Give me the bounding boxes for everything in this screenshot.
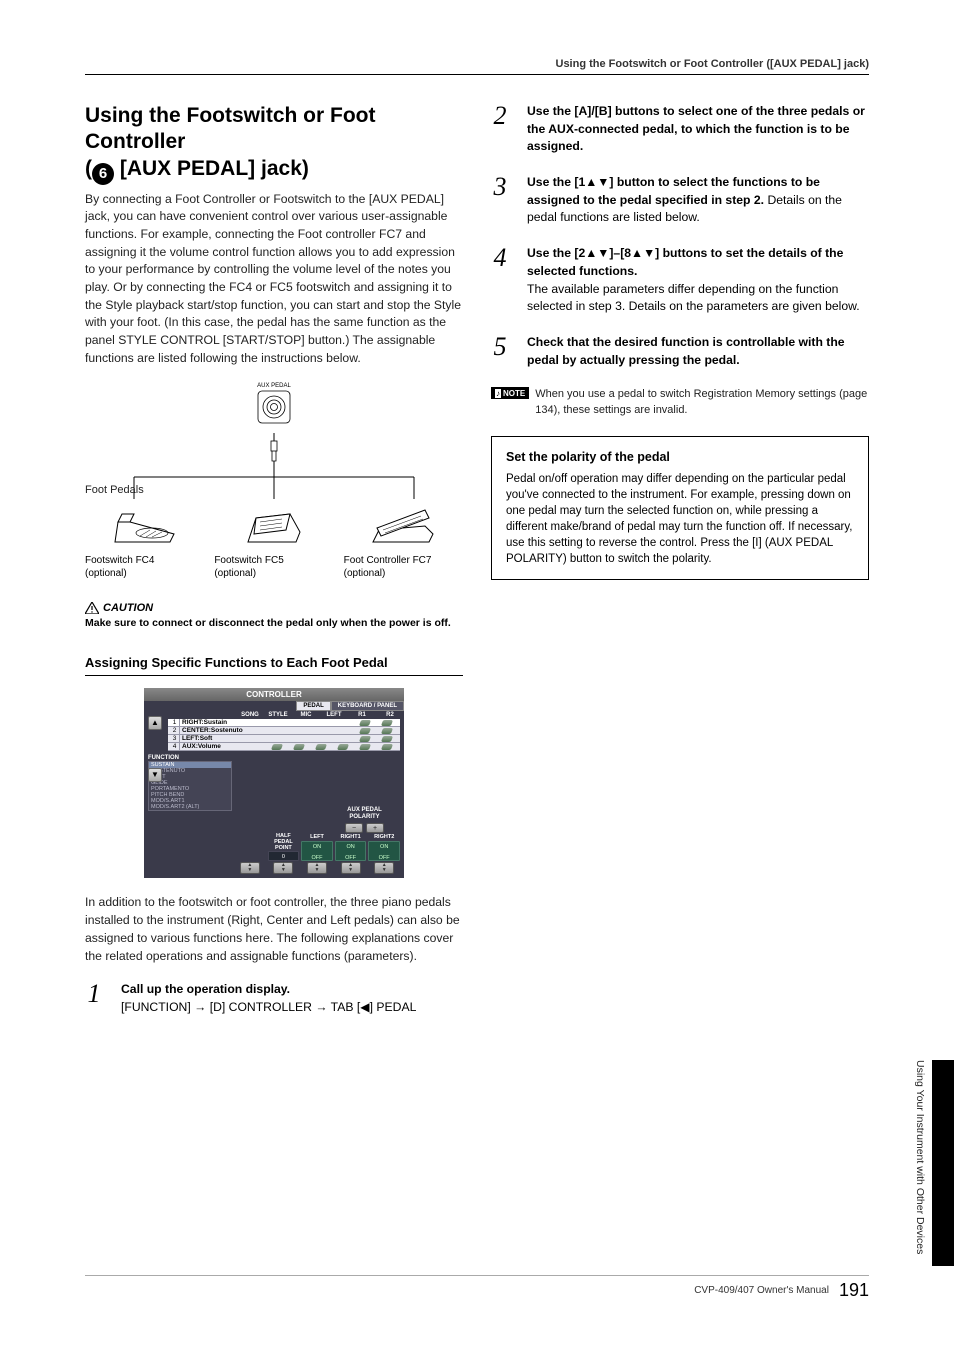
polarity-minus-icon: − (345, 823, 363, 833)
aux-jack-icon (257, 390, 291, 424)
pedal-name: Foot Controller FC7 (344, 554, 463, 567)
followup-paragraph: In addition to the footswitch or foot co… (85, 894, 463, 965)
step-2: 2 Use the [A]/[B] buttons to select one … (491, 103, 869, 156)
side-section-label: Using Your Instrument with Other Devices (914, 1060, 926, 1266)
polarity-heading: Set the polarity of the pedal (506, 449, 854, 467)
left-column: Using the Footswitch or Foot Controller … (85, 103, 463, 1035)
manual-name: CVP-409/407 Owner's Manual (694, 1285, 829, 1296)
param-item: ▲▼ (234, 861, 266, 874)
side-tab (932, 1060, 954, 1266)
step-heading: Use the [2▲▼]–[8▲▼] buttons to set the d… (527, 245, 869, 280)
step-detail: The available parameters differ dependin… (527, 281, 869, 316)
bottom-params: ▲▼HALF PEDAL POINT0▲▼LEFTONOFF▲▼RIGHT1ON… (148, 833, 400, 874)
jack-label: AUX PEDAL (85, 383, 463, 389)
section-title: Using the Footswitch or Foot Controller … (85, 103, 463, 185)
step-heading: Check that the desired function is contr… (527, 335, 845, 367)
param-item: LEFTONOFF▲▼ (301, 834, 333, 874)
scroll-down-icon: ▼ (148, 768, 162, 782)
param-item: RIGHT1ONOFF▲▼ (335, 834, 367, 874)
step-number: 2 (491, 103, 509, 129)
warning-icon (85, 602, 99, 614)
step-detail: [FUNCTION] → [D] CONTROLLER → TAB [◀] PE… (121, 999, 463, 1017)
step-1: 1 Call up the operation display. [FUNCTI… (85, 981, 463, 1016)
subsection-heading: Assigning Specific Functions to Each Foo… (85, 655, 463, 677)
footswitch-fc5-icon (242, 504, 306, 548)
page-number: 191 (839, 1280, 869, 1301)
pedal-optional: (optional) (85, 567, 204, 580)
step-heading: Use the [A]/[B] buttons to select one of… (527, 104, 865, 153)
pedal-name: Footswitch FC5 (214, 554, 333, 567)
polarity-plus-icon: + (366, 823, 384, 833)
polarity-body: Pedal on/off operation may differ depend… (506, 471, 854, 568)
jack-number-icon: 6 (92, 163, 114, 185)
foot-controller-fc7-icon (367, 504, 439, 548)
pedal-row: 1RIGHT:Sustain (168, 719, 400, 727)
step-5: 5 Check that the desired function is con… (491, 334, 869, 369)
step-3: 3 Use the [1▲▼] button to select the fun… (491, 174, 869, 227)
polarity-box: Set the polarity of the pedal Pedal on/o… (491, 436, 869, 580)
step-heading: Call up the operation display. (121, 981, 463, 999)
step-number: 1 (85, 981, 103, 1007)
screen-tab-keyboard: KEYBOARD / PANEL (331, 701, 404, 711)
note-badge-icon: NOTE (491, 387, 529, 399)
screen-tab-pedal: PEDAL (296, 701, 330, 711)
screen-column-headers: SONGSTYLEMICLEFTR1R2 (144, 711, 404, 719)
right-column: 2 Use the [A]/[B] buttons to select one … (491, 103, 869, 1035)
caution-text: Make sure to connect or disconnect the p… (85, 616, 463, 630)
step-number: 4 (491, 245, 509, 271)
pedal-optional: (optional) (214, 567, 333, 580)
pedal-optional: (optional) (344, 567, 463, 580)
step-4: 4 Use the [2▲▼]–[8▲▼] buttons to set the… (491, 245, 869, 316)
running-head: Using the Footswitch or Foot Controller … (85, 58, 869, 75)
pedal-row: 4AUX:Volume (168, 743, 400, 751)
param-item: RIGHT2ONOFF▲▼ (368, 834, 400, 874)
page-footer: CVP-409/407 Owner's Manual 191 (85, 1275, 869, 1301)
note-text: When you use a pedal to switch Registrat… (535, 387, 869, 418)
step-number: 5 (491, 334, 509, 360)
aux-pedal-polarity: AUX PEDAL POLARITY − + (345, 807, 384, 832)
intro-paragraph: By connecting a Foot Controller or Foots… (85, 191, 463, 368)
footswitch-fc4-icon (110, 504, 180, 548)
screen-title: CONTROLLER (144, 688, 404, 701)
controller-screen: CONTROLLER PEDAL KEYBOARD / PANEL ▲ ▼ SO… (144, 688, 404, 878)
param-item: HALF PEDAL POINT0▲▼ (268, 833, 300, 874)
pedal-list: 1RIGHT:Sustain2CENTER:Sostenuto3LEFT:Sof… (168, 719, 400, 751)
step-number: 3 (491, 174, 509, 200)
pedal-row: 2CENTER:Sostenuto (168, 727, 400, 735)
pedal-row: 3LEFT:Soft (168, 735, 400, 743)
pedal-name: Footswitch FC4 (85, 554, 204, 567)
caution-block: CAUTION Make sure to connect or disconne… (85, 602, 463, 630)
pedal-diagram: AUX PEDAL (85, 383, 463, 580)
note-line: NOTE When you use a pedal to switch Regi… (491, 387, 869, 418)
scroll-up-icon: ▲ (148, 716, 162, 730)
